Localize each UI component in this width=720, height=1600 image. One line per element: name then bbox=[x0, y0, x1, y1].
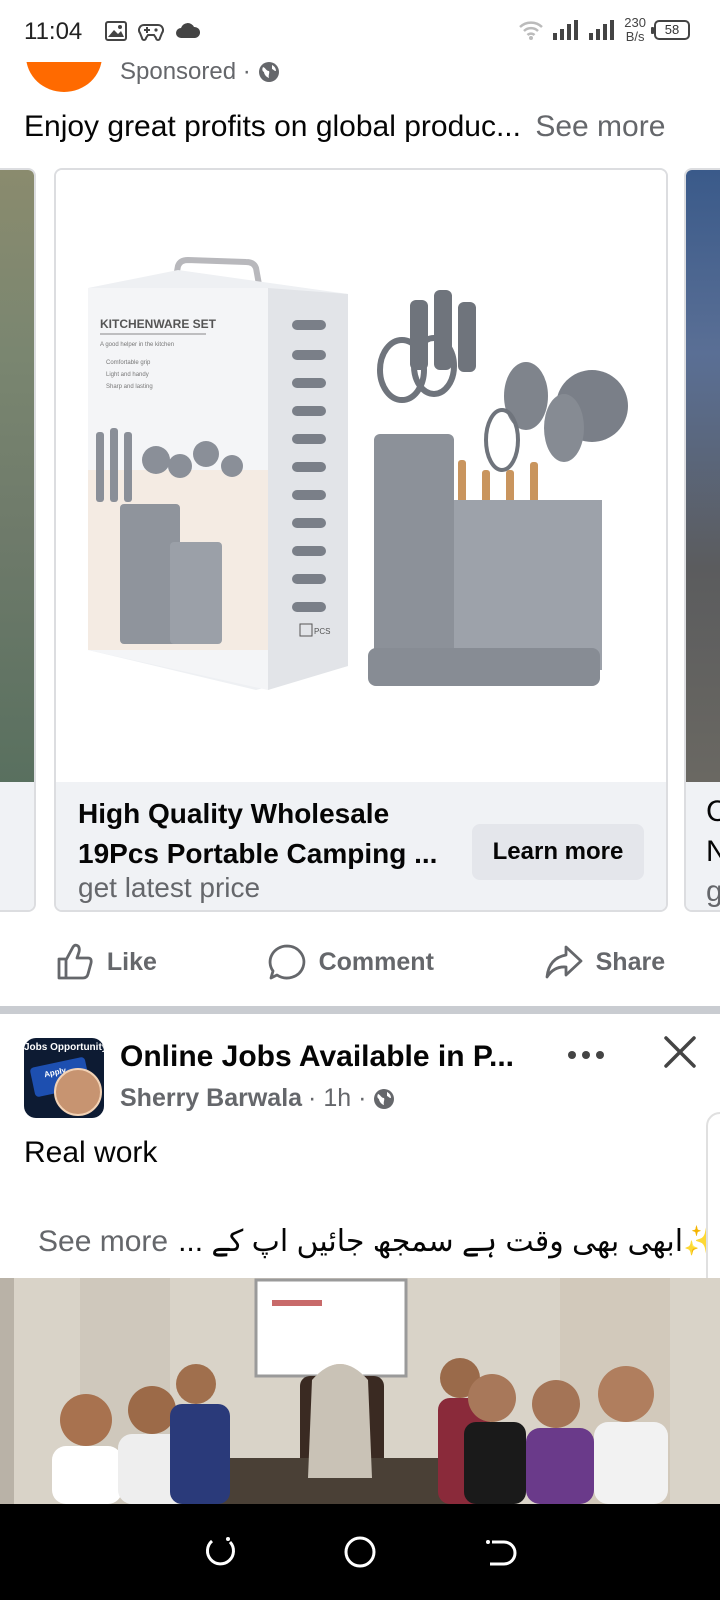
ad-text[interactable]: Enjoy great profits on global produc... … bbox=[24, 110, 704, 144]
carousel-card-previous[interactable] bbox=[0, 168, 36, 912]
status-time: 11:04 bbox=[24, 18, 83, 45]
like-label: Like bbox=[106, 947, 157, 976]
box-bullet: Sharp and lasting bbox=[106, 384, 153, 390]
office-group-photo bbox=[0, 1278, 720, 1504]
see-more-link[interactable]: See more bbox=[38, 1225, 168, 1259]
post-time: · 1h · bbox=[308, 1084, 367, 1112]
cloud-icon bbox=[176, 23, 201, 38]
wifi-icon bbox=[519, 21, 544, 40]
android-nav-bar bbox=[0, 1504, 720, 1600]
feed-divider bbox=[0, 1006, 720, 1014]
carousel-card-main[interactable]: KITCHENWARE SET A good helper in the kit… bbox=[54, 168, 668, 912]
net-speed-value: 230 bbox=[624, 15, 646, 30]
thumbs-up-icon bbox=[57, 943, 93, 980]
carousel-card-next[interactable]: C N g bbox=[684, 168, 720, 912]
post-text: Real work bbox=[24, 1136, 158, 1169]
post-author[interactable]: Sherry Barwala bbox=[120, 1084, 302, 1113]
net-speed: 230 B/s bbox=[624, 16, 646, 44]
system-icons: 230 B/s 58 bbox=[518, 16, 690, 44]
signal-icon bbox=[553, 20, 579, 40]
peek-line: N bbox=[706, 832, 720, 872]
see-more-link[interactable]: See more bbox=[535, 110, 665, 143]
product-title-line2: 19Pcs Portable Camping ... bbox=[78, 838, 438, 869]
share-button[interactable]: Share bbox=[544, 943, 665, 981]
ad-carousel[interactable]: KITCHENWARE SET A good helper in the kit… bbox=[0, 168, 720, 914]
recent-apps-icon[interactable] bbox=[202, 1534, 238, 1570]
post-urdu-text: ✨ابھی بھی وقت ہے سمجھ جائیں اپ کے ... bbox=[178, 1225, 720, 1258]
product-title-line1: High Quality Wholesale bbox=[78, 798, 390, 829]
signal-icon bbox=[589, 20, 615, 40]
comment-label: Comment bbox=[318, 947, 434, 976]
close-icon bbox=[664, 1036, 696, 1068]
ad-text-body: Enjoy great profits on global produc... bbox=[24, 110, 521, 143]
peek-line: g bbox=[706, 872, 720, 910]
peek-line: C bbox=[706, 792, 720, 832]
post-group-title[interactable]: Online Jobs Available in P... bbox=[120, 1040, 520, 1074]
box-pcs: PCS bbox=[314, 627, 330, 636]
box-tagline: A good helper in the kitchen bbox=[100, 342, 174, 348]
box-title: KITCHENWARE SET bbox=[100, 317, 217, 331]
globe-icon bbox=[258, 62, 279, 82]
share-icon bbox=[545, 945, 583, 979]
like-button[interactable]: Like bbox=[55, 943, 157, 981]
card-footer bbox=[0, 782, 34, 910]
share-label: Share bbox=[595, 947, 666, 976]
more-options-button[interactable] bbox=[566, 1036, 606, 1070]
card-footer[interactable]: High Quality Wholesale 19Pcs Portable Ca… bbox=[56, 782, 666, 910]
notification-icons bbox=[104, 20, 202, 42]
back-icon[interactable] bbox=[482, 1534, 518, 1570]
post-urdu-line[interactable]: See more ✨ابھی بھی وقت ہے سمجھ جائیں اپ … bbox=[38, 1224, 720, 1259]
next-card-peek-text: C N g bbox=[686, 782, 720, 910]
sponsored-label: Sponsored · bbox=[120, 58, 251, 85]
product-subtitle: get latest price bbox=[78, 872, 261, 903]
box-bullet: Comfortable grip bbox=[106, 360, 151, 366]
sponsored-line: Sponsored · bbox=[120, 58, 281, 86]
product-image bbox=[686, 170, 720, 782]
card-footer: C N g bbox=[686, 782, 720, 910]
author-avatar bbox=[54, 1068, 102, 1116]
battery-icon: 58 bbox=[651, 20, 690, 40]
product-image[interactable]: KITCHENWARE SET A good helper in the kit… bbox=[56, 170, 666, 782]
post-action-bar: Like Comment Share bbox=[0, 922, 720, 1002]
comment-button[interactable]: Comment bbox=[267, 943, 434, 981]
box-bullet: Light and handy bbox=[106, 372, 149, 378]
post-photo[interactable] bbox=[0, 1278, 720, 1504]
comment-icon bbox=[268, 944, 305, 980]
group-avatar[interactable]: Jobs Opportunity Apply bbox=[24, 1038, 104, 1118]
game-controller-icon bbox=[138, 24, 164, 41]
post-meta: Sherry Barwala · 1h · bbox=[120, 1084, 396, 1113]
globe-icon bbox=[374, 1088, 395, 1109]
more-dots-icon bbox=[568, 1051, 604, 1059]
avatar-tag-text: Jobs Opportunity bbox=[24, 1042, 104, 1053]
hide-post-button[interactable] bbox=[660, 1032, 700, 1072]
product-title: High Quality Wholesale 19Pcs Portable Ca… bbox=[78, 794, 448, 874]
kitchenware-set-illustration: KITCHENWARE SET A good helper in the kit… bbox=[88, 256, 628, 690]
status-bar: 11:04 230 B/s 58 bbox=[0, 0, 720, 62]
home-icon[interactable] bbox=[342, 1534, 378, 1570]
gallery-icon bbox=[105, 21, 127, 41]
net-speed-unit: B/s bbox=[625, 29, 645, 44]
product-image bbox=[0, 170, 34, 782]
learn-more-button[interactable]: Learn more bbox=[472, 824, 644, 880]
